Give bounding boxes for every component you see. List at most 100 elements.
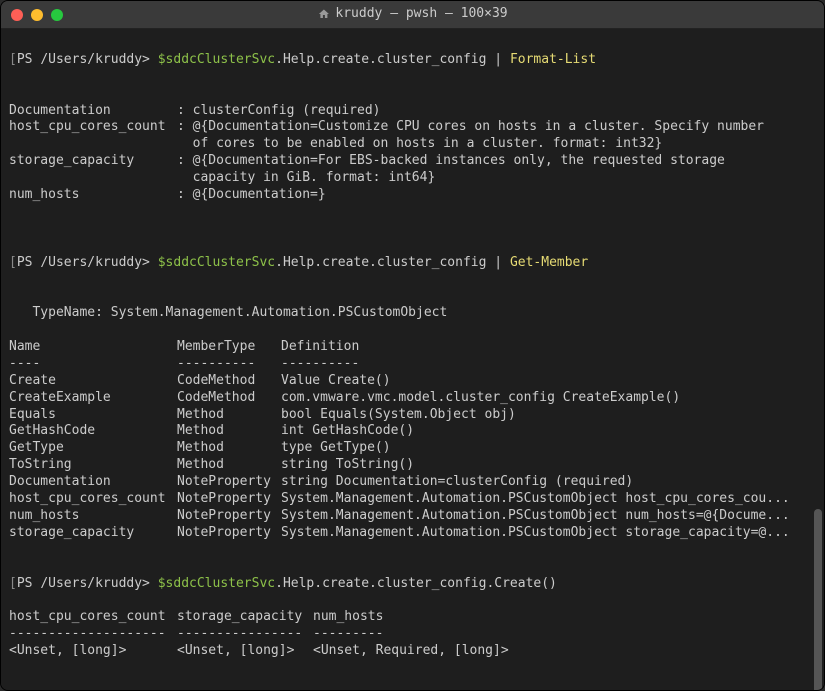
ch2: storage_capacity (177, 609, 313, 626)
titlebar: kruddy — pwsh — 100×39 (1, 1, 824, 29)
fl-row: host_cpu_cores_count: @{Documentation=Cu… (9, 119, 764, 134)
terminal-window: kruddy — pwsh — 100×39 [PS /Users/kruddy… (0, 0, 825, 691)
cd1: -------------------- (9, 626, 177, 643)
gm-type: Method (177, 457, 281, 474)
gm-type: NoteProperty (177, 474, 281, 491)
bracket-open: [ (9, 52, 17, 67)
gm-name: Create (9, 373, 177, 390)
cmd-var: $sddcClusterSvc (158, 576, 275, 591)
gm-name: GetHashCode (9, 423, 177, 440)
fl-value: : @{Documentation=For EBS-backed instanc… (177, 153, 725, 168)
gm-type: CodeMethod (177, 373, 281, 390)
gm-row: EqualsMethodbool Equals(System.Object ob… (9, 407, 516, 422)
ch3: num_hosts (313, 609, 383, 624)
gm-header: NameMemberTypeDefinition (9, 339, 359, 354)
fl-row: Documentation: clusterConfig (required) (9, 103, 381, 118)
cmd-pipe: | (486, 52, 509, 67)
gm-row: DocumentationNotePropertystring Document… (9, 474, 633, 489)
gm-row: host_cpu_cores_countNotePropertySystem.M… (9, 491, 790, 506)
fl-name: num_hosts (9, 187, 177, 204)
cmd-method: .Help.create.cluster_config (275, 52, 486, 67)
cmd-pipe: | (486, 255, 509, 270)
gm-def: System.Management.Automation.PSCustomObj… (281, 491, 790, 506)
fl-name: Documentation (9, 103, 177, 120)
gm-row: CreateCodeMethodValue Create() (9, 373, 391, 388)
minimize-icon[interactable] (31, 9, 43, 21)
gm-def: Value Create() (281, 373, 391, 388)
cmd-method-create: .Help.create.cluster_config.Create() (275, 576, 557, 591)
cd3: --------- (313, 626, 383, 641)
bracket-open: [ (9, 255, 17, 270)
gm-row: GetHashCodeMethodint GetHashCode() (9, 423, 414, 438)
gm-def: System.Management.Automation.PSCustomObj… (281, 525, 790, 540)
gm-def: int GetHashCode() (281, 423, 414, 438)
create-header: host_cpu_cores_countstorage_capacitynum_… (9, 609, 383, 624)
fl-row: of cores to be enabled on hosts in a clu… (9, 136, 662, 151)
cv2: <Unset, [long]> (177, 643, 313, 660)
col-name: Name (9, 339, 177, 356)
title-text: kruddy — pwsh — 100×39 (335, 6, 507, 23)
gm-name: host_cpu_cores_count (9, 491, 177, 508)
col-def: Definition (281, 339, 359, 354)
fl-value: : @{Documentation=} (177, 187, 326, 202)
col-dash: ---- (9, 356, 177, 373)
gm-type: Method (177, 440, 281, 457)
window-title: kruddy — pwsh — 100×39 (317, 6, 507, 23)
fl-name: storage_capacity (9, 153, 177, 170)
gm-name: GetType (9, 440, 177, 457)
gm-name: CreateExample (9, 390, 177, 407)
scrollbar[interactable] (814, 509, 822, 690)
col-dash: ---------- (281, 356, 359, 371)
prompt-path: /Users/kruddy> (40, 576, 150, 591)
prompt-path: /Users/kruddy> (40, 52, 150, 67)
gm-name: Equals (9, 407, 177, 424)
gm-row: storage_capacityNotePropertySystem.Manag… (9, 525, 790, 540)
gm-row: num_hostsNotePropertySystem.Management.A… (9, 508, 790, 523)
gm-type: Method (177, 423, 281, 440)
prompt-ps: PS (17, 255, 33, 270)
fl-value: of cores to be enabled on hosts in a clu… (177, 136, 662, 151)
gm-type: NoteProperty (177, 508, 281, 525)
gm-def: bool Equals(System.Object obj) (281, 407, 516, 422)
gm-def: com.vmware.vmc.model.cluster_config Crea… (281, 390, 680, 405)
fl-name: host_cpu_cores_count (9, 119, 177, 136)
cmd-getmember: Get-Member (510, 255, 588, 270)
prompt-path: /Users/kruddy> (40, 255, 150, 270)
cmd-formatlist: Format-List (510, 52, 596, 67)
gm-type: CodeMethod (177, 390, 281, 407)
gm-type: Method (177, 407, 281, 424)
create-dashes: ----------------------------------------… (9, 626, 383, 641)
gm-name: num_hosts (9, 508, 177, 525)
cmd-method: .Help.create.cluster_config (275, 255, 486, 270)
gm-def: string ToString() (281, 457, 414, 472)
cv3: <Unset, Required, [long]> (313, 643, 509, 658)
gm-dashes: ------------------------ (9, 356, 359, 371)
typename-label: TypeName: (32, 305, 102, 320)
cd2: ---------------- (177, 626, 313, 643)
traffic-lights (11, 9, 63, 21)
typename-value: System.Management.Automation.PSCustomObj… (111, 305, 448, 320)
gm-name: Documentation (9, 474, 177, 491)
gm-def: System.Management.Automation.PSCustomObj… (281, 508, 790, 523)
gm-def: string Documentation=clusterConfig (requ… (281, 474, 633, 489)
close-icon[interactable] (11, 9, 23, 21)
gm-name: storage_capacity (9, 525, 177, 542)
gm-row: GetTypeMethodtype GetType() (9, 440, 391, 455)
create-values: <Unset, [long]><Unset, [long]><Unset, Re… (9, 643, 509, 658)
fl-value: : @{Documentation=Customize CPU cores on… (177, 119, 764, 134)
fl-row: num_hosts: @{Documentation=} (9, 187, 326, 202)
bracket-open: [ (9, 576, 17, 591)
fl-value: : clusterConfig (required) (177, 103, 381, 118)
fl-value: capacity in GiB. format: int64} (177, 170, 435, 185)
ch1: host_cpu_cores_count (9, 609, 177, 626)
fl-row: storage_capacity: @{Documentation=For EB… (9, 153, 725, 168)
cmd-var: $sddcClusterSvc (158, 255, 275, 270)
maximize-icon[interactable] (51, 9, 63, 21)
gm-type: NoteProperty (177, 525, 281, 542)
gm-name: ToString (9, 457, 177, 474)
terminal-body[interactable]: [PS /Users/kruddy> $sddcClusterSvc.Help.… (1, 29, 824, 690)
col-type: MemberType (177, 339, 281, 356)
fl-row: capacity in GiB. format: int64} (9, 170, 435, 185)
gm-def: type GetType() (281, 440, 391, 455)
prompt-ps: PS (17, 52, 33, 67)
